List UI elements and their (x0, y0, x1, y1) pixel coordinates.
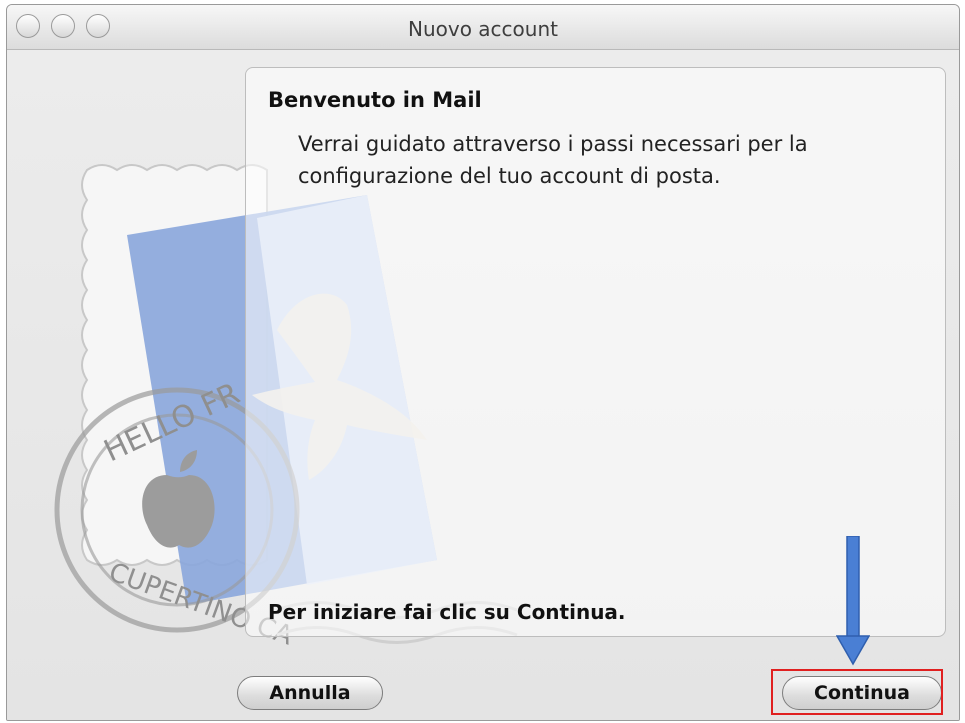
window-content: HELLO FR CUPERTINO CA Benvenuto in Mail … (7, 50, 959, 720)
welcome-description: Verrai guidato attraverso i passi necess… (298, 132, 808, 188)
down-arrow-icon (836, 536, 870, 666)
cancel-button[interactable]: Annulla (237, 676, 383, 710)
title-bar[interactable]: Nuovo account (7, 5, 959, 50)
continue-highlight-box (771, 669, 943, 715)
new-account-window: Nuovo account HELLO FR CUPERTINO CA Benv… (6, 4, 960, 721)
welcome-heading: Benvenuto in Mail (268, 88, 482, 112)
start-instruction: Per iniziare fai clic su Continua. (268, 600, 626, 624)
window-title: Nuovo account (408, 17, 558, 41)
